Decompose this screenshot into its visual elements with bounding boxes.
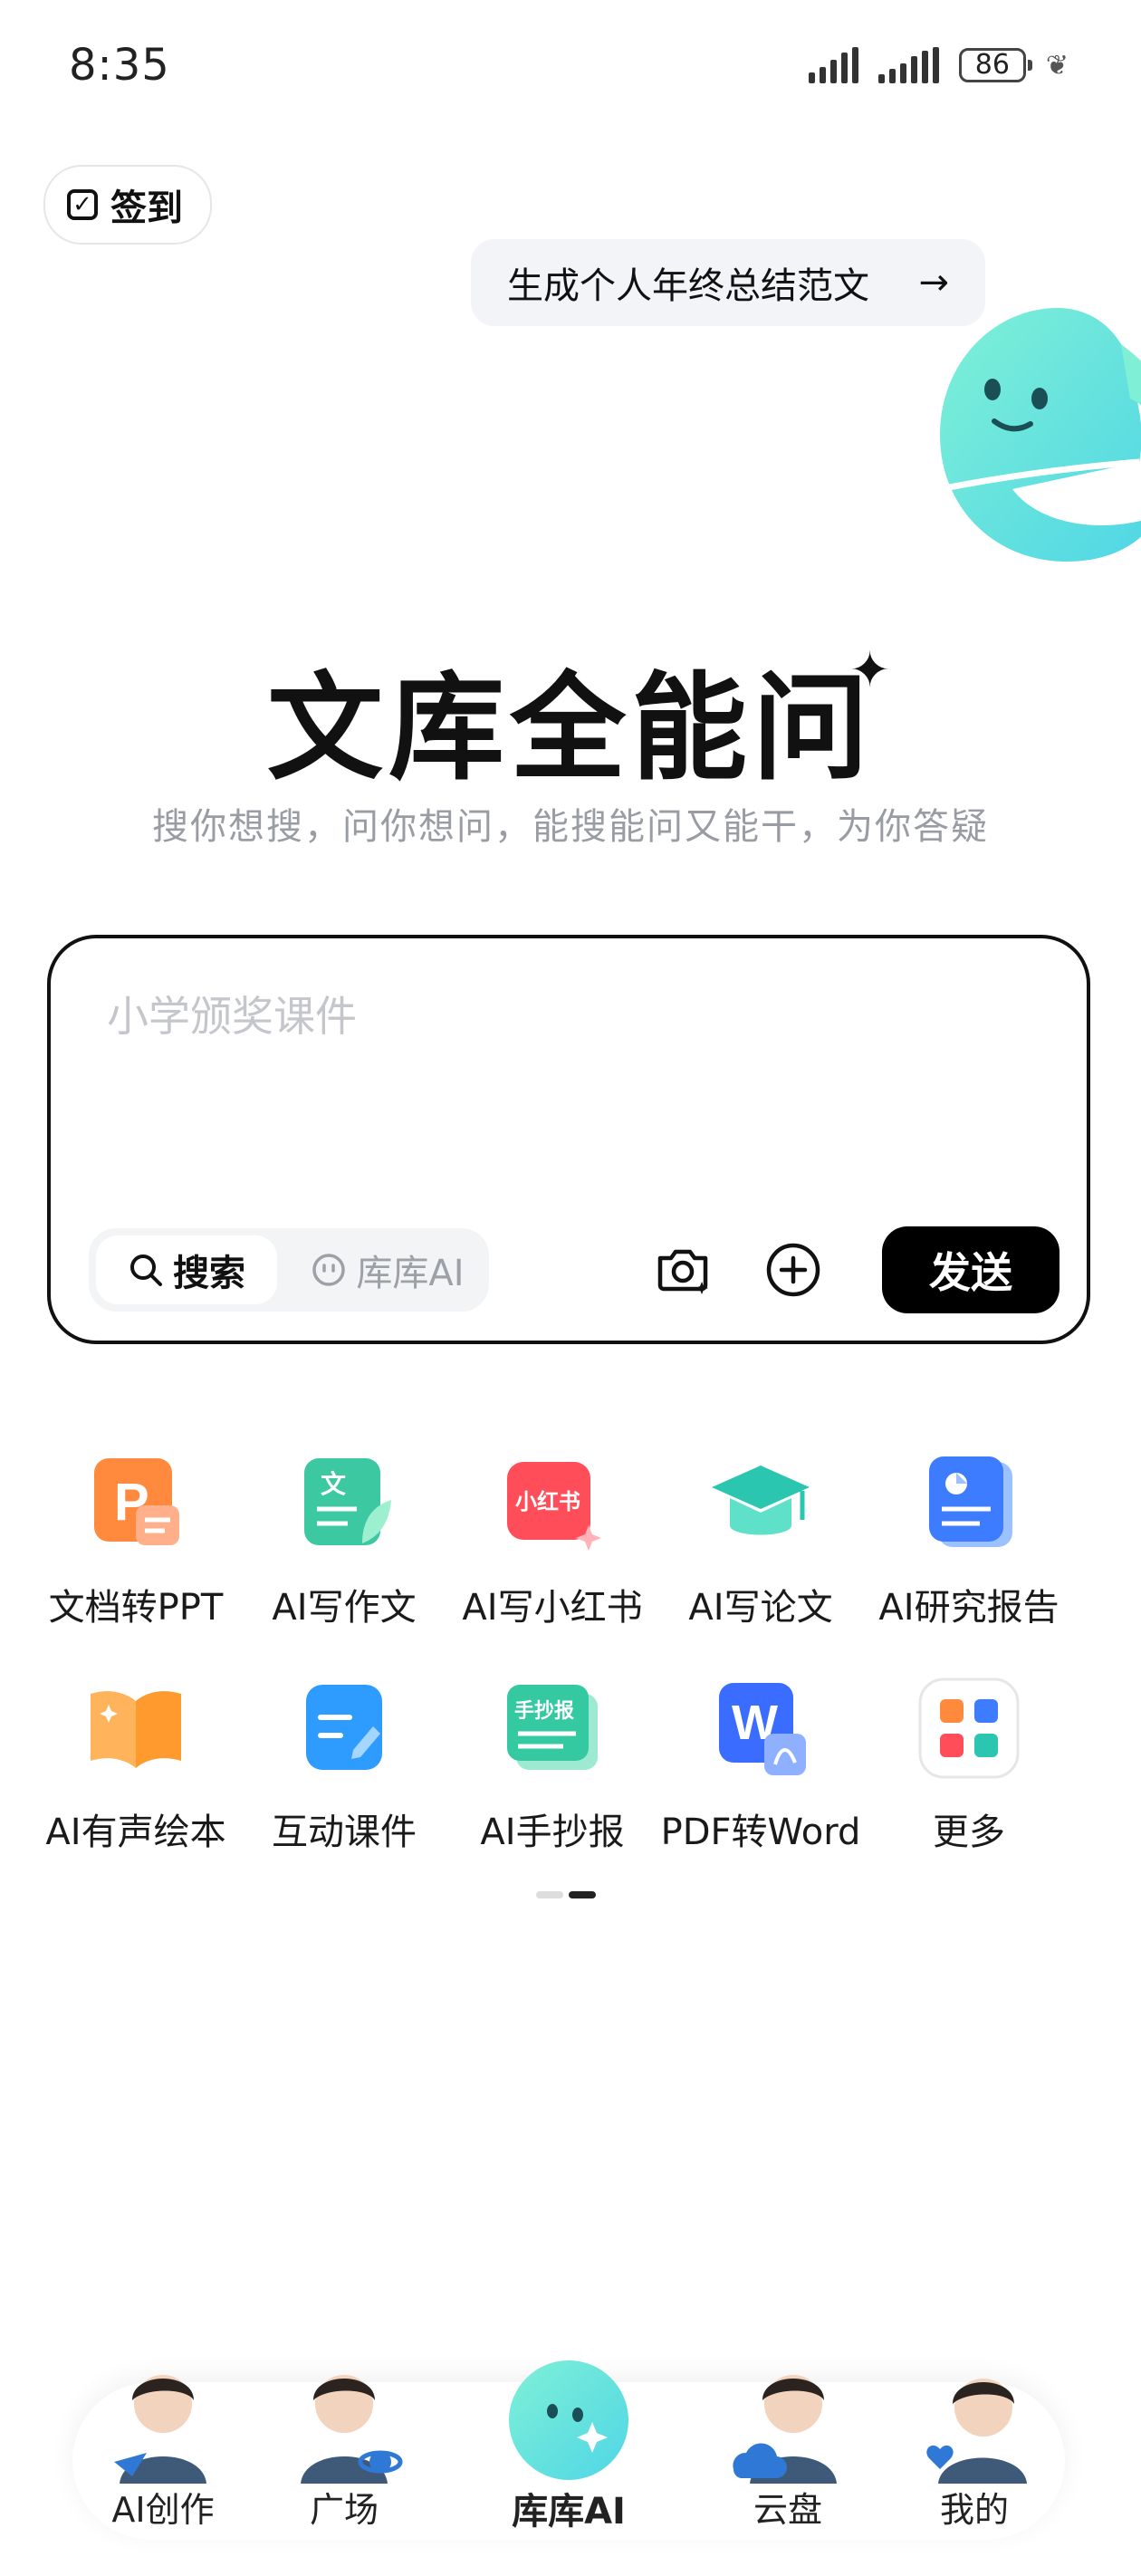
graduation-cap-icon: [712, 1466, 810, 1535]
suggestion-text: 生成个人年终总结范文: [507, 265, 869, 307]
signal-2-icon: [877, 47, 939, 83]
handcopy-icon: 手抄报: [507, 1685, 598, 1770]
tool-label: AI写小红书: [462, 1587, 643, 1629]
courseware-icon: [306, 1685, 382, 1770]
status-icons: 86 ❦: [808, 47, 1069, 83]
camera-button[interactable]: [648, 1235, 717, 1304]
nav-label: 我的: [939, 2490, 1009, 2530]
xiaohongshu-icon: 小红书: [507, 1462, 601, 1551]
nav-label: 云盘: [753, 2490, 822, 2530]
tool-label: AI手抄报: [480, 1812, 625, 1853]
page-indicator: [536, 1891, 596, 1898]
avatar-creation-icon: [114, 2375, 206, 2484]
tool-label: AI有声绘本: [45, 1812, 226, 1853]
plus-circle-icon: [766, 1243, 820, 1297]
nav-plaza[interactable]: 广场: [254, 2375, 435, 2532]
mode-search-tab[interactable]: 搜索: [96, 1235, 277, 1304]
tool-label: AI写作文: [272, 1587, 417, 1629]
more-apps-icon: [918, 1677, 1020, 1779]
tool-pdf-word[interactable]: W PDF转Word: [652, 1674, 869, 1855]
camera-icon: [657, 1249, 708, 1294]
kuku-mascot-icon: [509, 2360, 628, 2480]
svg-text:小红书: 小红书: [515, 1489, 580, 1514]
avatar-plaza-icon: [301, 2375, 403, 2484]
nav-cloud[interactable]: 云盘: [697, 2375, 878, 2532]
nav-label: AI创作: [111, 2490, 215, 2530]
avatar-cloud-icon: [733, 2375, 837, 2484]
tool-label: 互动课件: [272, 1812, 417, 1853]
checkin-label: 签到: [110, 187, 183, 229]
hero-title: 文库全能问: [266, 661, 874, 796]
sparkle-icon: ✦: [849, 641, 891, 698]
mode-search-label: 搜索: [173, 1253, 245, 1294]
tool-picture-book[interactable]: AI有声绘本: [27, 1674, 244, 1855]
page-dot-active: [569, 1891, 596, 1898]
tool-essay[interactable]: 文 AI写作文: [235, 1449, 453, 1630]
search-icon: [130, 1254, 162, 1286]
leaf-icon: ❦: [1045, 49, 1069, 82]
tool-label: 更多: [933, 1812, 1005, 1853]
signal-icon: [808, 47, 858, 83]
checkbox-icon: ✓: [67, 189, 98, 220]
tool-report[interactable]: AI研究报告: [860, 1449, 1078, 1630]
battery-icon: 86: [958, 48, 1032, 82]
page-dot: [536, 1891, 563, 1898]
nav-mine[interactable]: 我的: [884, 2379, 1065, 2532]
tool-ppt[interactable]: P 文档转PPT: [27, 1449, 244, 1630]
essay-icon: 文: [304, 1458, 391, 1545]
suggestion-chip[interactable]: 生成个人年终总结范文 →: [471, 239, 985, 326]
report-icon: [929, 1456, 1012, 1547]
bottom-nav: AI创作 广场 库库AI 云盘 我的: [72, 2360, 1065, 2540]
nav-label: 广场: [309, 2490, 379, 2530]
add-button[interactable]: [759, 1235, 828, 1304]
tool-label: AI研究报告: [878, 1587, 1060, 1629]
checkin-button[interactable]: ✓ 签到: [43, 165, 212, 245]
mode-toggle: 搜索 库库AI: [89, 1228, 489, 1312]
hero-subtitle: 搜你想搜，问你想问，能搜能问又能干，为你答疑: [152, 806, 989, 848]
mode-ai-label: 库库AI: [356, 1253, 465, 1294]
query-composer: 小学颁奖课件 搜索 库库AI 发送: [47, 935, 1090, 1344]
nav-label: 库库AI: [512, 2491, 626, 2533]
tool-label: AI写论文: [688, 1587, 833, 1629]
tool-label: 文档转PPT: [48, 1587, 224, 1629]
query-input[interactable]: 小学颁奖课件: [107, 984, 357, 1043]
arrow-right-icon: →: [918, 262, 949, 303]
nav-ai-creation[interactable]: AI创作: [72, 2375, 254, 2532]
send-button[interactable]: 发送: [882, 1226, 1060, 1313]
tool-handcopy[interactable]: 手抄报 AI手抄报: [444, 1674, 661, 1855]
book-icon: [91, 1691, 181, 1768]
avatar-mine-icon: [926, 2379, 1027, 2484]
status-time: 8:35: [69, 40, 170, 91]
tool-label: PDF转Word: [660, 1812, 861, 1853]
mode-ai-tab[interactable]: 库库AI: [297, 1235, 478, 1304]
ppt-icon: P: [94, 1458, 179, 1545]
tool-courseware[interactable]: 互动课件: [235, 1674, 453, 1855]
tool-more[interactable]: 更多: [860, 1674, 1078, 1855]
svg-text:文: 文: [321, 1469, 346, 1499]
svg-text:手抄报: 手抄报: [514, 1700, 574, 1723]
tool-thesis[interactable]: AI写论文: [652, 1449, 869, 1630]
tool-xiaohongshu[interactable]: 小红书 AI写小红书: [444, 1449, 661, 1630]
nav-kuku-ai[interactable]: 库库AI: [478, 2360, 659, 2534]
pdf-word-icon: W: [719, 1683, 806, 1775]
mascot-icon: [940, 308, 1141, 562]
smiley-icon: [312, 1254, 346, 1286]
